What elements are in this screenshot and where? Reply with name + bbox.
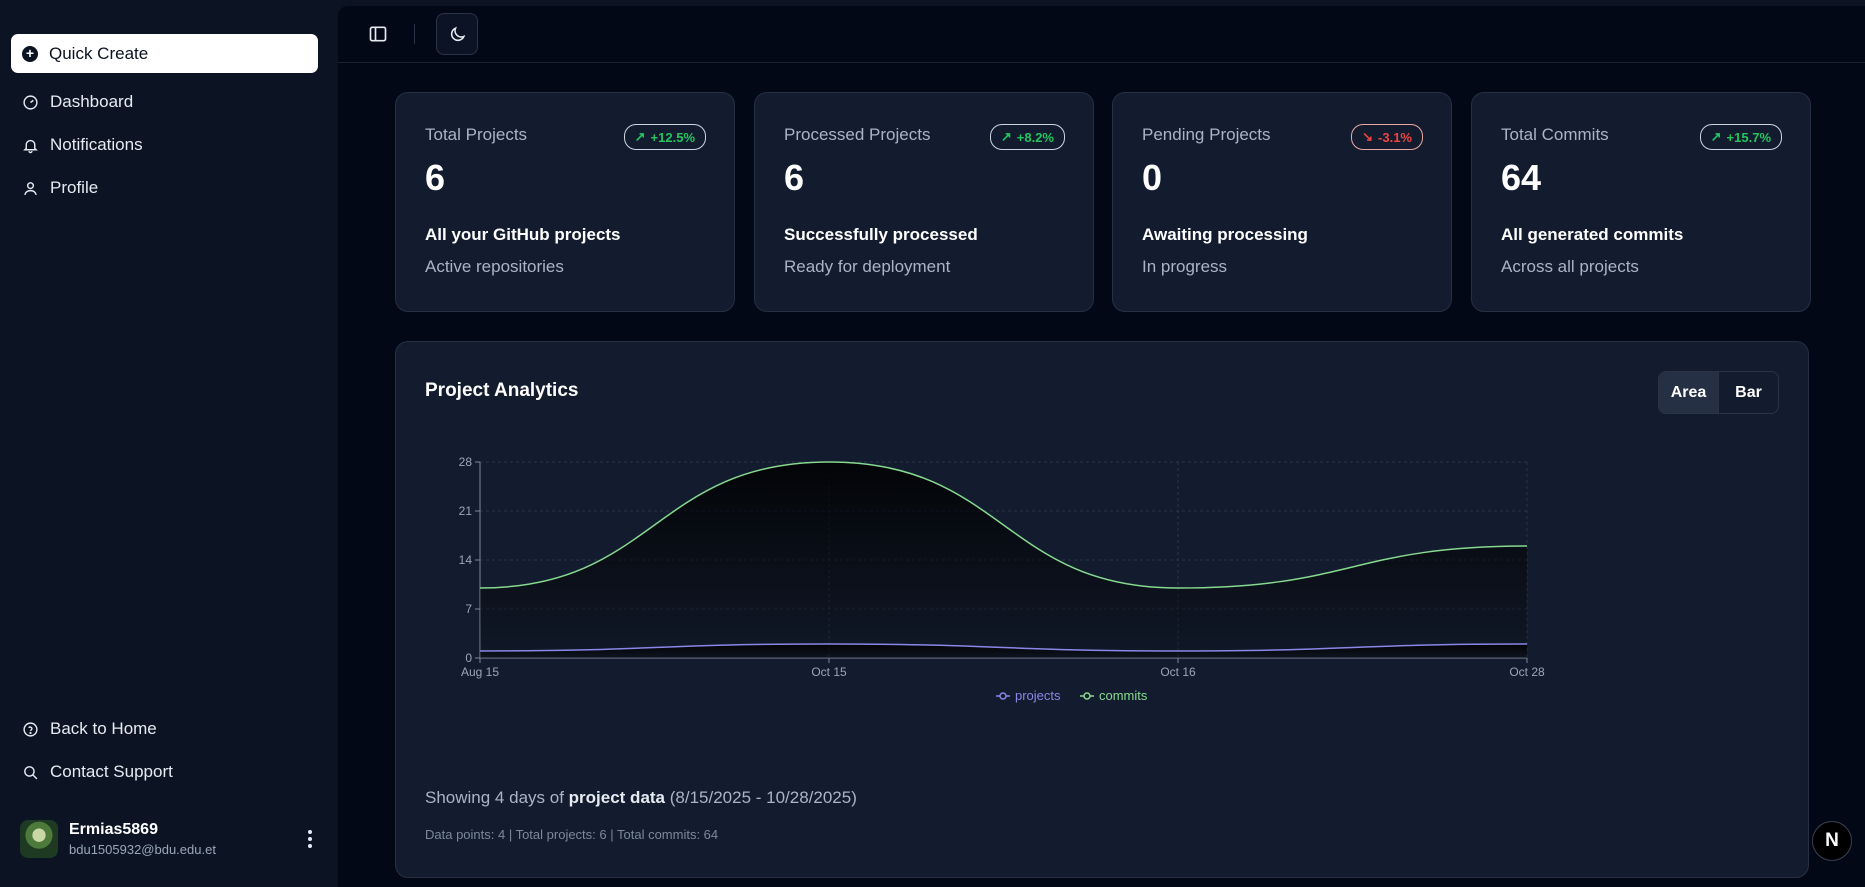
card-title: Pending Projects <box>1142 125 1271 144</box>
card-subtitle: All your GitHub projects <box>425 225 621 244</box>
sidebar-item-profile[interactable]: Profile <box>11 170 318 206</box>
card-value: 0 <box>1142 157 1163 198</box>
trending-up-icon: ↗ <box>634 129 646 144</box>
plus-circle-icon: + <box>22 45 38 62</box>
sidebar-toggle-icon[interactable] <box>368 24 388 44</box>
user-profile[interactable]: Ermias5869 bdu1505932@bdu.edu.et <box>20 816 320 862</box>
y-tick-label: 7 <box>465 602 472 616</box>
chart-stats: Data points: 4 | Total projects: 6 | Tot… <box>425 827 719 842</box>
card-description: Active repositories <box>425 257 564 276</box>
y-tick-label: 0 <box>465 651 472 665</box>
card-subtitle: Awaiting processing <box>1142 225 1308 244</box>
bell-icon <box>23 139 38 153</box>
divider <box>414 24 415 44</box>
y-tick-label: 14 <box>459 553 473 567</box>
trend-badge: ↗ +15.7% <box>1699 124 1782 150</box>
theme-toggle-button[interactable] <box>436 13 478 55</box>
card-subtitle: Successfully processed <box>784 225 978 244</box>
sidebar-item-label: Dashboard <box>50 92 134 111</box>
sidebar: + Quick Create Dashboard Notifications P… <box>0 0 338 887</box>
sidebar-item-back-to-home[interactable]: Back to Home <box>11 711 318 747</box>
help-circle-icon <box>23 721 38 737</box>
quick-create-button[interactable]: + Quick Create <box>11 34 318 73</box>
trend-badge: ↘ -3.1% <box>1351 124 1423 150</box>
search-icon <box>24 765 38 779</box>
sidebar-item-notifications[interactable]: Notifications <box>11 127 318 163</box>
trending-up-icon: ↗ <box>1000 129 1012 144</box>
top-bar <box>338 6 1865 63</box>
card-value: 64 <box>1501 157 1542 198</box>
next-dev-badge[interactable]: N <box>1812 821 1852 861</box>
sidebar-item-label: Notifications <box>50 135 143 154</box>
sidebar-item-label: Contact Support <box>50 762 173 781</box>
trending-down-icon: ↘ <box>1362 129 1374 144</box>
stat-card-total-commits: Total Commits ↗ +15.7% 64 All generated c… <box>1471 92 1811 312</box>
stat-card-processed-projects: Processed Projects ↗ +8.2% 6 Successfully… <box>754 92 1094 312</box>
card-title: Processed Projects <box>784 125 931 144</box>
user-info: Ermias5869 bdu1505932@bdu.edu.et <box>69 821 216 857</box>
card-value: 6 <box>425 157 446 198</box>
card-value: 6 <box>784 157 805 198</box>
x-tick-label: Aug 15 <box>461 665 499 679</box>
card-title: Total Projects <box>425 125 528 144</box>
quick-create-label: Quick Create <box>49 43 149 63</box>
card-title: Total Commits <box>1501 125 1609 144</box>
legend-marker-dot <box>1083 692 1091 700</box>
card-description: Ready for deployment <box>784 257 951 276</box>
user-name: Ermias5869 <box>69 821 158 838</box>
x-tick-label: Oct 16 <box>1160 665 1196 679</box>
user-email: bdu1505932@bdu.edu.et <box>69 842 216 857</box>
sidebar-item-dashboard[interactable]: Dashboard <box>11 84 318 120</box>
x-tick-label: Oct 15 <box>811 665 847 679</box>
x-tick-label: Oct 28 <box>1509 665 1545 679</box>
sidebar-item-label: Profile <box>50 178 99 197</box>
analytics-chart: 0 7 14 21 28 Aug 15 Oct 15 Oct 16 Oct 28 projects… <box>459 455 1545 703</box>
moon-icon <box>450 26 465 41</box>
legend-label: commits <box>1099 688 1148 703</box>
user-icon <box>24 181 37 195</box>
trend-badge: ↗ +12.5% <box>623 124 706 150</box>
y-tick-label: 28 <box>459 455 473 469</box>
legend-label: projects <box>1015 688 1061 703</box>
stat-card-pending-projects: Pending Projects ↘ -3.1% 0 Awaiting proce… <box>1112 92 1452 312</box>
gauge-icon <box>23 94 38 110</box>
stat-card-total-projects: Total Projects ↗ +12.5% 6 All your GitHub… <box>395 92 735 312</box>
sidebar-item-label: Back to Home <box>50 719 157 738</box>
trend-badge: ↗ +8.2% <box>989 124 1065 150</box>
avatar <box>20 820 58 858</box>
chart-summary: Showing 4 days of project data (8/15/202… <box>425 788 857 807</box>
sidebar-item-contact-support[interactable]: Contact Support <box>11 754 318 790</box>
more-vertical-icon[interactable] <box>300 826 320 852</box>
project-analytics-card: Project Analytics Area Bar 0 7 14 21 28 Aug 1… <box>395 341 1809 878</box>
card-description: Across all projects <box>1501 257 1639 276</box>
y-tick-label: 21 <box>459 504 473 518</box>
legend-marker-dot <box>999 692 1007 700</box>
card-subtitle: All generated commits <box>1501 225 1684 244</box>
trending-up-icon: ↗ <box>1710 129 1722 144</box>
card-description: In progress <box>1142 257 1228 276</box>
main-content: Total Projects ↗ +12.5% 6 All your GitHub… <box>338 6 1865 887</box>
